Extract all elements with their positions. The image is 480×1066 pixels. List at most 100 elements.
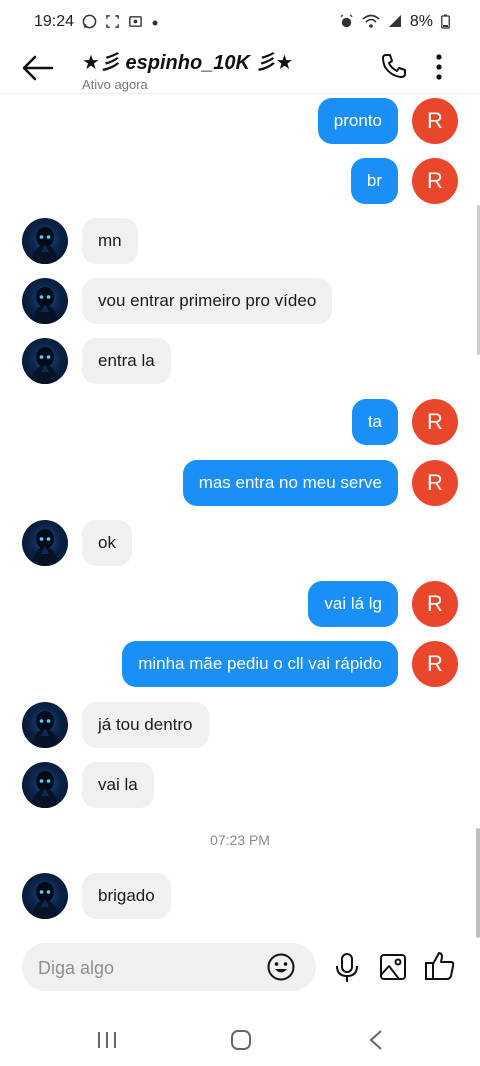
incoming-message-bubble[interactable]: vou entrar primeiro pro vídeo — [82, 278, 333, 324]
message-composer — [22, 943, 316, 991]
signal-icon — [388, 14, 402, 30]
system-navigation-bar — [0, 1016, 480, 1066]
avatar-letter: R — [427, 591, 443, 616]
contact-name: ★彡 espinho_10K 彡★ — [82, 52, 294, 74]
incoming-message-bubble[interactable]: já tou dentro — [82, 702, 209, 748]
message-row-incoming: mn — [0, 218, 480, 264]
message-text: entra la — [98, 351, 155, 370]
outgoing-message-bubble[interactable]: mas entra no meu serve — [182, 460, 398, 506]
message-text: vou entrar primeiro pro vídeo — [98, 291, 317, 310]
emoji-button[interactable] — [266, 952, 296, 982]
avatar-letter: R — [427, 409, 443, 434]
avatar-letter: R — [427, 168, 443, 193]
contact-avatar[interactable] — [22, 278, 68, 324]
contact-avatar[interactable] — [22, 520, 68, 566]
active-status: Ativo agora — [82, 77, 148, 92]
message-text: mas entra no meu serve — [198, 473, 382, 492]
outgoing-message-bubble[interactable]: vai lá lg — [308, 581, 398, 627]
microphone-button[interactable] — [333, 952, 361, 984]
more-vertical-icon — [436, 54, 442, 80]
call-button[interactable] — [380, 52, 408, 80]
status-right: 8% — [339, 13, 450, 31]
more-options-button[interactable] — [430, 52, 448, 82]
outgoing-message-bubble[interactable]: minha mãe pediu o cll vai rápido — [122, 641, 398, 687]
scrollbar-thumb[interactable] — [476, 828, 480, 938]
recent-apps-icon — [98, 1032, 116, 1048]
chat-header: ★彡 espinho_10K 彡★ Ativo agora — [0, 44, 480, 94]
like-button[interactable] — [424, 950, 456, 982]
message-row-outgoing: mas entra no meu serve R — [0, 460, 480, 506]
contact-info[interactable]: ★彡 espinho_10K 彡★ Ativo agora — [82, 46, 293, 92]
message-timestamp: 07:23 PM — [210, 832, 270, 848]
message-text: já tou dentro — [98, 715, 193, 734]
outgoing-message-bubble[interactable]: br — [350, 158, 398, 204]
message-text: ok — [98, 533, 116, 552]
message-row-incoming: já tou dentro — [0, 702, 480, 748]
recent-apps-button[interactable] — [96, 1030, 118, 1050]
contact-avatar[interactable] — [22, 702, 68, 748]
incoming-message-bubble[interactable]: mn — [82, 218, 138, 264]
home-icon — [231, 1030, 251, 1050]
message-row-incoming: entra la — [0, 338, 480, 384]
user-avatar: R — [412, 158, 458, 204]
contact-avatar[interactable] — [22, 338, 68, 384]
screenshot-notification-icon — [105, 14, 120, 31]
incoming-message-bubble[interactable]: ok — [82, 520, 132, 566]
message-text: minha mãe pediu o cll vai rápido — [138, 654, 382, 673]
user-avatar: R — [412, 399, 458, 445]
message-row-outgoing: minha mãe pediu o cll vai rápido R — [0, 641, 480, 687]
whatsapp-notification-icon — [82, 14, 97, 31]
incoming-message-bubble[interactable]: brigado — [82, 873, 171, 919]
user-avatar: R — [412, 641, 458, 687]
message-row-outgoing: ta R — [0, 399, 480, 445]
incoming-message-bubble[interactable]: vai la — [82, 762, 154, 808]
user-avatar: R — [412, 581, 458, 627]
message-row-incoming: brigado — [0, 873, 480, 919]
home-button[interactable] — [230, 1029, 252, 1051]
message-list[interactable]: pronto R br R mn vou entrar primeiro pro… — [0, 94, 480, 934]
message-input[interactable] — [36, 953, 260, 983]
system-back-button[interactable] — [368, 1029, 384, 1051]
arrow-left-icon — [22, 55, 54, 81]
contact-avatar[interactable] — [22, 218, 68, 264]
outgoing-message-bubble[interactable]: ta — [351, 399, 398, 445]
message-text: pronto — [333, 111, 382, 130]
thumbs-up-icon — [425, 952, 455, 980]
contact-avatar[interactable] — [22, 762, 68, 808]
outgoing-message-bubble[interactable]: pronto — [317, 98, 398, 144]
back-button[interactable] — [20, 52, 56, 84]
image-icon — [380, 954, 406, 980]
chevron-left-icon — [369, 1030, 382, 1050]
avatar-letter: R — [427, 108, 443, 133]
user-avatar: R — [412, 98, 458, 144]
notification-dot-icon — [151, 15, 159, 29]
battery-icon — [441, 14, 450, 31]
incoming-message-bubble[interactable]: entra la — [82, 338, 171, 384]
wifi-icon — [362, 14, 380, 31]
message-row-outgoing: pronto R — [0, 98, 480, 144]
contact-avatar[interactable] — [22, 873, 68, 919]
phone-icon — [382, 54, 406, 78]
gallery-button[interactable] — [379, 953, 407, 981]
message-text: brigado — [98, 886, 155, 905]
avatar-letter: R — [427, 470, 443, 495]
message-text: ta — [367, 412, 382, 431]
alarm-icon — [339, 13, 354, 31]
emoji-icon — [267, 953, 295, 981]
status-left: 19:24 — [34, 13, 159, 31]
message-row-outgoing: br R — [0, 158, 480, 204]
message-text: mn — [98, 231, 122, 250]
message-text: vai lá lg — [324, 594, 382, 613]
status-bar: 19:24 8% — [0, 0, 480, 44]
screen-recorder-notification-icon — [128, 14, 143, 31]
user-avatar: R — [412, 460, 458, 506]
avatar-letter: R — [427, 651, 443, 676]
message-row-incoming: vou entrar primeiro pro vídeo — [0, 278, 480, 324]
message-row-incoming: ok — [0, 520, 480, 566]
battery-percentage: 8% — [409, 13, 433, 30]
microphone-icon — [336, 953, 358, 982]
message-text: br — [366, 171, 382, 190]
message-text: vai la — [98, 775, 138, 794]
message-row-incoming: vai la — [0, 762, 480, 808]
message-row-outgoing: vai lá lg R — [0, 581, 480, 627]
